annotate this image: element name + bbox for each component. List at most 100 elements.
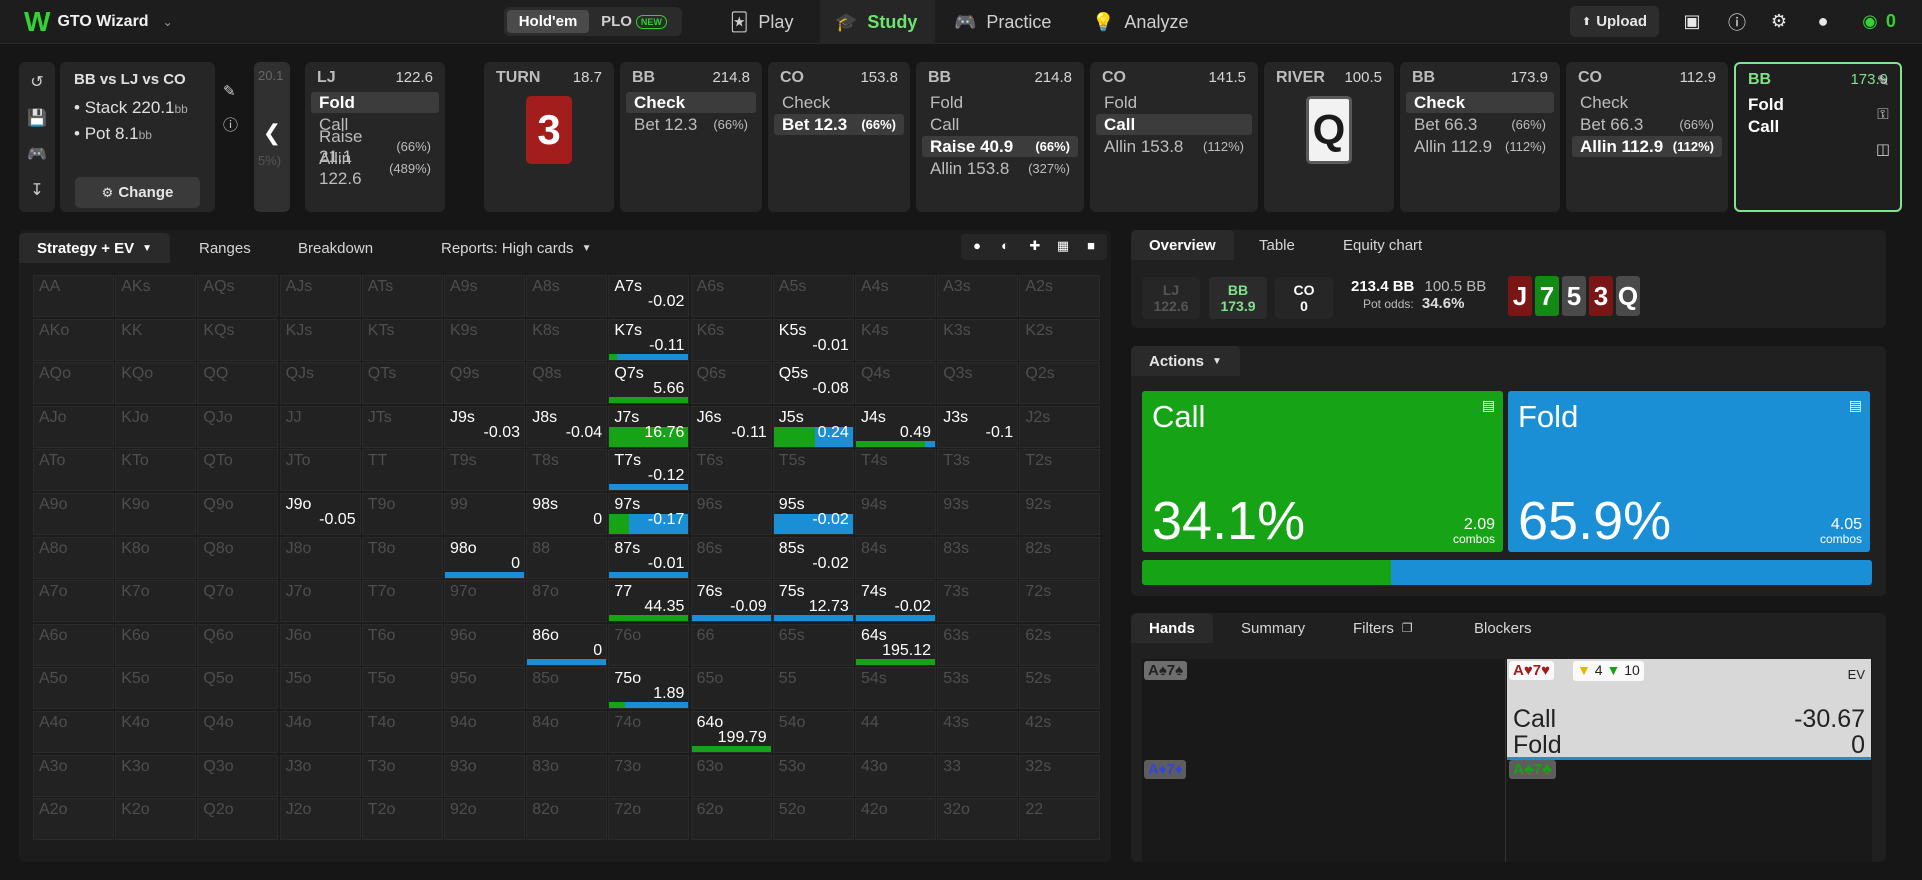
hand-cell[interactable]: A4s — [855, 275, 936, 317]
hand-cell[interactable]: 75s 12.73 — [772, 580, 854, 623]
hand-cell[interactable]: J3s -0.1 — [937, 405, 1019, 448]
hand-cell[interactable]: 44 — [855, 711, 936, 753]
hand-cell[interactable]: 54s — [855, 667, 936, 710]
hand-cell[interactable]: J2o — [279, 798, 361, 841]
change-button[interactable]: ⚙ Change — [75, 177, 200, 208]
hand-cell[interactable]: T9s — [444, 449, 525, 492]
tab-ranges[interactable]: Ranges — [181, 233, 269, 263]
action-option[interactable]: Raise 40.9 (66%) — [922, 136, 1078, 157]
chevron-down-icon[interactable]: ⌄ — [163, 15, 173, 29]
hand-cell[interactable]: 84s — [855, 536, 936, 579]
hand-cell[interactable]: A2o — [33, 798, 114, 841]
toggle-holdem[interactable]: Hold'em — [507, 10, 589, 33]
lock-icon[interactable]: ⚿ — [1868, 106, 1898, 123]
hand-cell[interactable]: Q2o — [197, 798, 279, 841]
hand-cell[interactable]: T3s — [937, 449, 1019, 492]
action-column[interactable]: BB 173.9 Fold Call ✎ ⚿ ◫ — [1734, 62, 1902, 212]
hand-cell[interactable]: 75o 1.89 — [608, 667, 690, 710]
hand-cell[interactable]: AJs — [279, 275, 361, 317]
hand-cell[interactable]: T2o — [361, 798, 443, 841]
hand-cell[interactable]: 82s — [1019, 536, 1101, 579]
hand-cell[interactable]: 64s 195.12 — [855, 623, 936, 666]
action-column[interactable]: LJ 122.6 Fold Call Raise 21.1 (66%) Allin 122.… — [305, 62, 445, 212]
hand-cell[interactable]: A6s — [690, 275, 772, 317]
action-column[interactable]: BB 173.9 Check Bet 66.3 (66%) Allin 112.9 (112… — [1400, 62, 1560, 212]
hand-cell[interactable]: KQs — [197, 318, 279, 361]
compress-icon[interactable]: ✚ — [1021, 238, 1049, 254]
tab-table[interactable]: Table — [1241, 230, 1313, 260]
hand-cell[interactable]: AA — [33, 275, 114, 317]
action-column[interactable]: CO 153.8 Check Bet 12.3 (66%) — [768, 62, 910, 212]
hand-cell[interactable]: J5s 0.24 — [772, 405, 854, 448]
hand-cell[interactable]: 53s — [937, 667, 1019, 710]
hand-cell[interactable]: K7o — [115, 580, 197, 623]
action-column[interactable]: RIVER 100.5 Q — [1264, 62, 1394, 212]
app-logo[interactable]: W GTO Wizard ⌄ — [24, 6, 204, 38]
hand-cell[interactable]: Q2s — [1019, 362, 1101, 405]
action-box-fold[interactable]: Fold 65.9% 4.05 combos ▤ — [1508, 391, 1870, 552]
cube-icon[interactable]: ● — [963, 238, 991, 253]
hand-cell[interactable]: 99 — [444, 493, 525, 535]
action-option[interactable]: Bet 66.3 (66%) — [1572, 114, 1722, 135]
hand-cell[interactable]: K3s — [937, 318, 1019, 361]
action-box-call[interactable]: Call 34.1% 2.09 combos ▤ — [1142, 391, 1503, 552]
hand-cell[interactable]: 65o — [690, 667, 772, 710]
note-icon[interactable]: ▤ — [1849, 397, 1862, 414]
hand-cell[interactable]: 42o — [855, 798, 936, 841]
hand-cell[interactable]: 95s -0.02 — [772, 493, 854, 535]
hand-cell[interactable]: J3o — [279, 754, 361, 797]
action-option[interactable]: Check — [1406, 92, 1554, 113]
hand-cell[interactable]: 73o — [608, 754, 690, 797]
hand-cell[interactable]: A2s — [1019, 275, 1101, 317]
hand-cell[interactable]: 84o — [526, 711, 608, 753]
hand-cell[interactable]: A3o — [33, 754, 114, 797]
hand-cell[interactable]: 93o — [444, 754, 525, 797]
hand-cell[interactable]: KK — [115, 318, 197, 361]
action-option[interactable]: Fold — [311, 92, 439, 113]
edit-icon[interactable]: ✎ — [223, 82, 236, 100]
hand-cell[interactable]: Q5o — [197, 667, 279, 710]
hand-cell[interactable]: A7s -0.02 — [608, 275, 690, 317]
hand-cell[interactable]: T7o — [361, 580, 443, 623]
hand-cell[interactable]: 52s — [1019, 667, 1101, 710]
tab-filters[interactable]: Filters ❐ — [1335, 613, 1431, 643]
hand-cell[interactable]: K9s — [444, 318, 525, 361]
tab-equity-chart[interactable]: Equity chart — [1325, 230, 1440, 260]
hand-cell[interactable]: J4o — [279, 711, 361, 753]
hand-cell[interactable]: Q9s — [444, 362, 525, 405]
hand-cell[interactable]: 77 44.35 — [608, 580, 690, 623]
grid-icon[interactable]: ▦ — [1049, 238, 1077, 254]
hand-cell[interactable]: 82o — [526, 798, 608, 841]
hand-cell[interactable]: AQo — [33, 362, 114, 405]
hand-cell[interactable]: 87o — [526, 580, 608, 623]
hand-cell[interactable]: A8s — [526, 275, 608, 317]
hand-combo[interactable]: A♣7♣ — [1509, 760, 1556, 779]
hand-cell[interactable]: 76o — [608, 623, 690, 666]
action-option[interactable]: Bet 66.3 (66%) — [1406, 114, 1554, 135]
hand-cell[interactable]: 76s -0.09 — [690, 580, 772, 623]
hand-cell[interactable]: J5o — [279, 667, 361, 710]
hand-cell[interactable]: QTs — [361, 362, 443, 405]
hand-cell[interactable]: K4s — [855, 318, 936, 361]
hand-cell[interactable]: A3s — [937, 275, 1019, 317]
balance[interactable]: ◉ 0 — [1854, 6, 1904, 37]
hand-cell[interactable]: Q9o — [197, 493, 279, 535]
gear-icon[interactable]: ⚙ — [1764, 6, 1794, 37]
tab-reports[interactable]: Reports: High cards ▼ — [423, 233, 609, 263]
hand-cell[interactable]: Q7o — [197, 580, 279, 623]
hand-cell[interactable]: 96s — [690, 493, 772, 535]
hand-cell[interactable]: 93s — [937, 493, 1019, 535]
action-option[interactable]: Check — [1572, 92, 1722, 113]
hand-cell[interactable]: KQo — [115, 362, 197, 405]
hand-cell[interactable]: KTo — [115, 449, 197, 492]
hand-cell[interactable]: J9s -0.03 — [444, 405, 525, 448]
hand-cell[interactable]: K5s -0.01 — [772, 318, 854, 361]
hand-cell[interactable]: Q3o — [197, 754, 279, 797]
action-option[interactable]: Allin 112.9 (112%) — [1572, 136, 1722, 157]
hand-cell[interactable]: 42s — [1019, 711, 1101, 753]
hand-cell[interactable]: J7s 16.76 — [608, 405, 690, 448]
square-icon[interactable]: ■ — [1077, 238, 1105, 253]
actions-dropdown[interactable]: Actions ▼ — [1131, 346, 1240, 376]
toggle-plo[interactable]: PLO NEW — [589, 10, 679, 33]
hand-cell[interactable]: A7o — [33, 580, 114, 623]
